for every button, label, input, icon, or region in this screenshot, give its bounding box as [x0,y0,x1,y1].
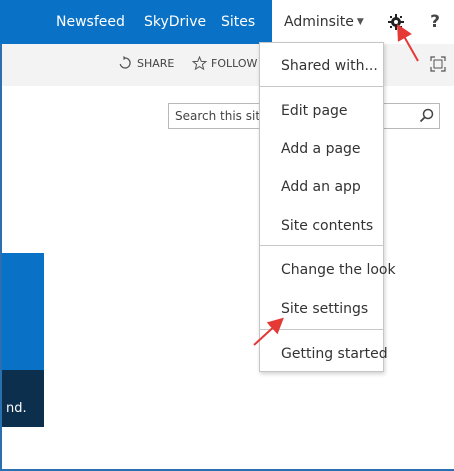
menu-divider [260,86,383,87]
share-label: SHARE [137,56,175,70]
help-button[interactable]: ? [416,0,454,44]
dark-tile[interactable]: nd. [2,370,44,427]
menu-item-site-contents[interactable]: Site contents [281,218,373,234]
nav-newsfeed[interactable]: Newsfeed [56,0,125,44]
settings-menu: Shared with... Edit page Add a page Add … [259,42,396,372]
menu-divider [260,245,383,246]
follow-button[interactable]: FOLLOW [192,56,257,71]
menu-divider [260,329,383,330]
menu-item-site-settings[interactable]: Site settings [281,301,368,317]
follow-label: FOLLOW [211,57,258,70]
menu-item-shared-with[interactable]: Shared with... [281,58,378,74]
settings-button[interactable] [376,0,416,44]
focus-icon[interactable] [430,56,446,72]
tile-text: nd. [6,401,27,416]
nav-skydrive-label: SkyDrive [144,14,207,30]
nav-sites-label: Sites [221,14,256,30]
menu-item-edit-page[interactable]: Edit page [281,103,348,119]
share-button[interactable]: SHARE [118,56,174,70]
share-icon [119,56,131,69]
nav-newsfeed-label: Newsfeed [56,14,125,30]
help-icon: ? [430,12,440,32]
promoted-tile[interactable] [2,253,44,370]
menu-item-add-app[interactable]: Add an app [281,179,361,195]
menu-item-getting-started[interactable]: Getting started [281,346,388,362]
menu-item-add-page[interactable]: Add a page [281,141,361,157]
site-menu-label: Adminsite [284,14,354,30]
site-menu-button[interactable]: Adminsite ▼ [272,0,376,44]
nav-sites[interactable]: Sites [221,0,255,44]
search-icon[interactable] [419,108,435,124]
caret-down-icon: ▼ [356,17,364,27]
menu-item-change-look[interactable]: Change the look [281,262,396,278]
star-icon [192,56,207,71]
nav-skydrive[interactable]: SkyDrive [144,0,206,44]
gear-icon [388,14,404,30]
